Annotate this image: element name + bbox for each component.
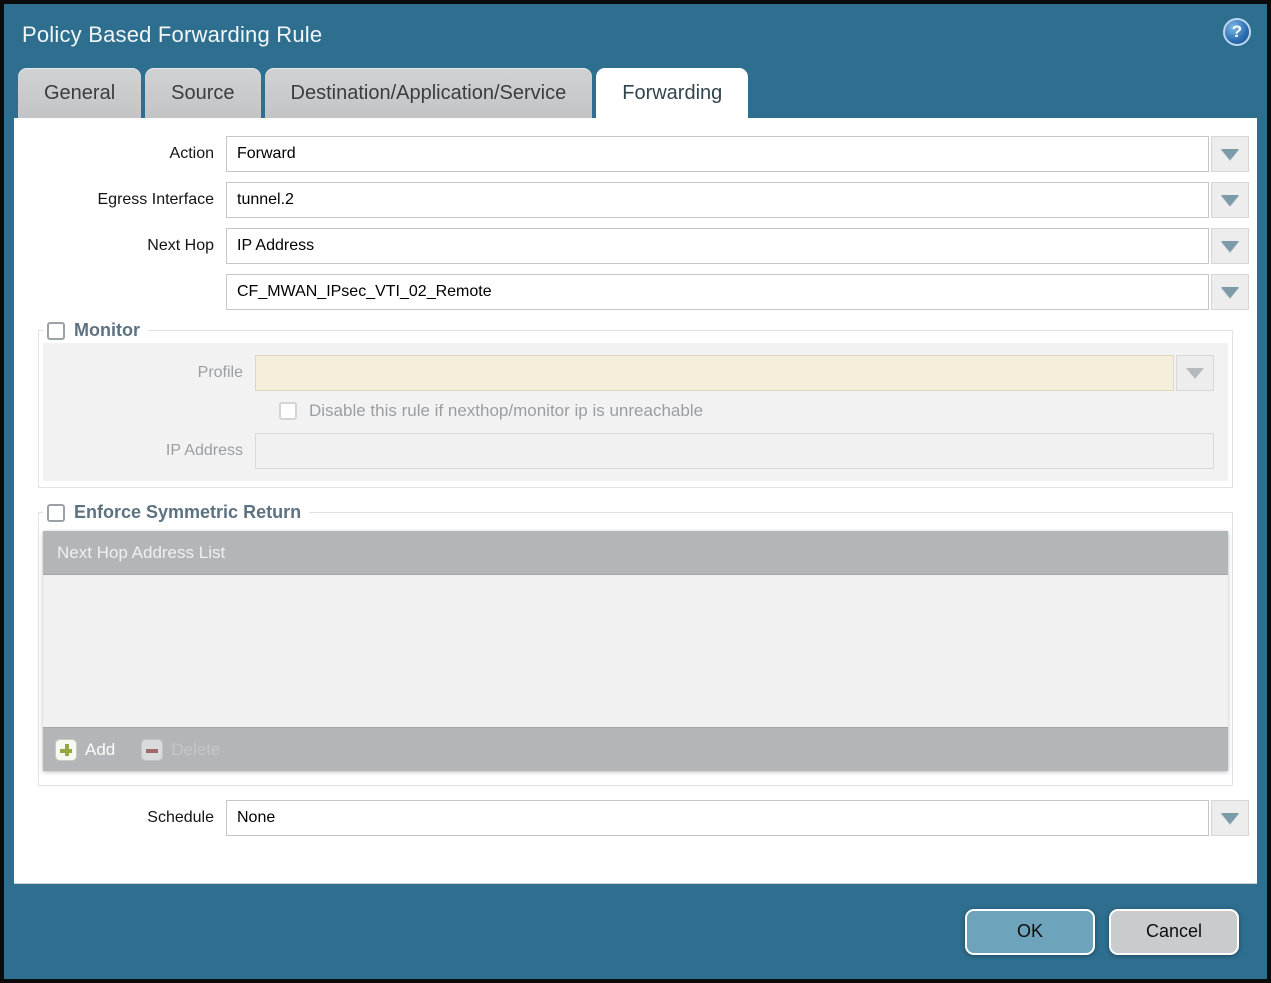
add-button-label: Add xyxy=(85,740,115,760)
monitor-section: Monitor Profile Disable this rule if nex… xyxy=(38,320,1233,488)
tab-bar: General Source Destination/Application/S… xyxy=(4,66,1267,118)
monitor-ip-row: IP Address xyxy=(43,433,1214,469)
next-hop-row: Next Hop IP Address xyxy=(14,228,1249,264)
next-hop-address-combo[interactable]: CF_MWAN_IPsec_VTI_02_Remote xyxy=(226,274,1209,310)
egress-interface-select[interactable]: tunnel.2 xyxy=(226,182,1209,218)
schedule-label: Schedule xyxy=(14,809,226,827)
egress-interface-label: Egress Interface xyxy=(14,191,226,209)
tab-forwarding[interactable]: Forwarding xyxy=(596,68,748,118)
dialog-footer: OK Cancel xyxy=(4,884,1267,979)
table-header-label: Next Hop Address List xyxy=(57,543,225,563)
monitor-ip-label: IP Address xyxy=(43,442,255,460)
delete-button[interactable]: Delete xyxy=(141,739,220,761)
tab-general[interactable]: General xyxy=(18,68,141,118)
disable-rule-label: Disable this rule if nexthop/monitor ip … xyxy=(309,401,703,421)
action-dropdown-button[interactable] xyxy=(1211,136,1249,172)
action-row: Action Forward xyxy=(14,136,1249,172)
tab-destination-application-service[interactable]: Destination/Application/Service xyxy=(265,68,593,118)
next-hop-address-list-table: Next Hop Address List Add Delete xyxy=(43,531,1228,771)
action-label: Action xyxy=(14,145,226,163)
egress-interface-dropdown-button[interactable] xyxy=(1211,182,1249,218)
pbf-rule-dialog: Policy Based Forwarding Rule ? General S… xyxy=(0,0,1271,983)
next-hop-type-select[interactable]: IP Address xyxy=(226,228,1209,264)
profile-label: Profile xyxy=(43,364,255,382)
dialog-titlebar: Policy Based Forwarding Rule ? xyxy=(4,4,1267,66)
action-select[interactable]: Forward xyxy=(226,136,1209,172)
chevron-down-icon xyxy=(1221,241,1239,252)
table-footer: Add Delete xyxy=(43,727,1228,771)
tab-source[interactable]: Source xyxy=(145,68,260,118)
symmetric-return-section: Enforce Symmetric Return Next Hop Addres… xyxy=(38,502,1233,786)
help-icon[interactable]: ? xyxy=(1223,18,1251,46)
monitor-panel: Profile Disable this rule if nexthop/mon… xyxy=(43,343,1228,481)
schedule-row: Schedule None xyxy=(14,800,1249,836)
monitor-legend-label: Monitor xyxy=(74,320,140,341)
monitor-ip-input xyxy=(255,433,1214,469)
symmetric-return-checkbox[interactable] xyxy=(47,504,65,522)
next-hop-address-row: CF_MWAN_IPsec_VTI_02_Remote xyxy=(14,274,1249,310)
minus-icon xyxy=(141,739,163,761)
next-hop-address-dropdown-button[interactable] xyxy=(1211,274,1249,310)
disable-rule-row: Disable this rule if nexthop/monitor ip … xyxy=(279,401,1216,421)
next-hop-label: Next Hop xyxy=(14,237,226,255)
symmetric-return-legend: Enforce Symmetric Return xyxy=(43,502,309,523)
disable-rule-checkbox xyxy=(279,402,297,420)
ok-button[interactable]: OK xyxy=(965,909,1095,955)
profile-dropdown-button xyxy=(1176,355,1214,391)
monitor-checkbox[interactable] xyxy=(47,322,65,340)
chevron-down-icon xyxy=(1186,368,1204,379)
dialog-title: Policy Based Forwarding Rule xyxy=(22,22,322,48)
chevron-down-icon xyxy=(1221,287,1239,298)
schedule-dropdown-button[interactable] xyxy=(1211,800,1249,836)
delete-button-label: Delete xyxy=(171,740,220,760)
chevron-down-icon xyxy=(1221,149,1239,160)
next-hop-type-dropdown-button[interactable] xyxy=(1211,228,1249,264)
monitor-legend: Monitor xyxy=(43,320,148,341)
chevron-down-icon xyxy=(1221,195,1239,206)
add-button[interactable]: Add xyxy=(55,739,115,761)
chevron-down-icon xyxy=(1221,813,1239,824)
table-body-empty[interactable] xyxy=(43,575,1228,727)
forwarding-tab-panel: Action Forward Egress Interface tunnel.2… xyxy=(14,118,1257,884)
schedule-select[interactable]: None xyxy=(226,800,1209,836)
profile-row: Profile xyxy=(43,355,1214,391)
table-header: Next Hop Address List xyxy=(43,531,1228,575)
profile-select xyxy=(255,355,1174,391)
plus-icon xyxy=(55,739,77,761)
egress-interface-row: Egress Interface tunnel.2 xyxy=(14,182,1249,218)
symmetric-return-legend-label: Enforce Symmetric Return xyxy=(74,502,301,523)
cancel-button[interactable]: Cancel xyxy=(1109,909,1239,955)
